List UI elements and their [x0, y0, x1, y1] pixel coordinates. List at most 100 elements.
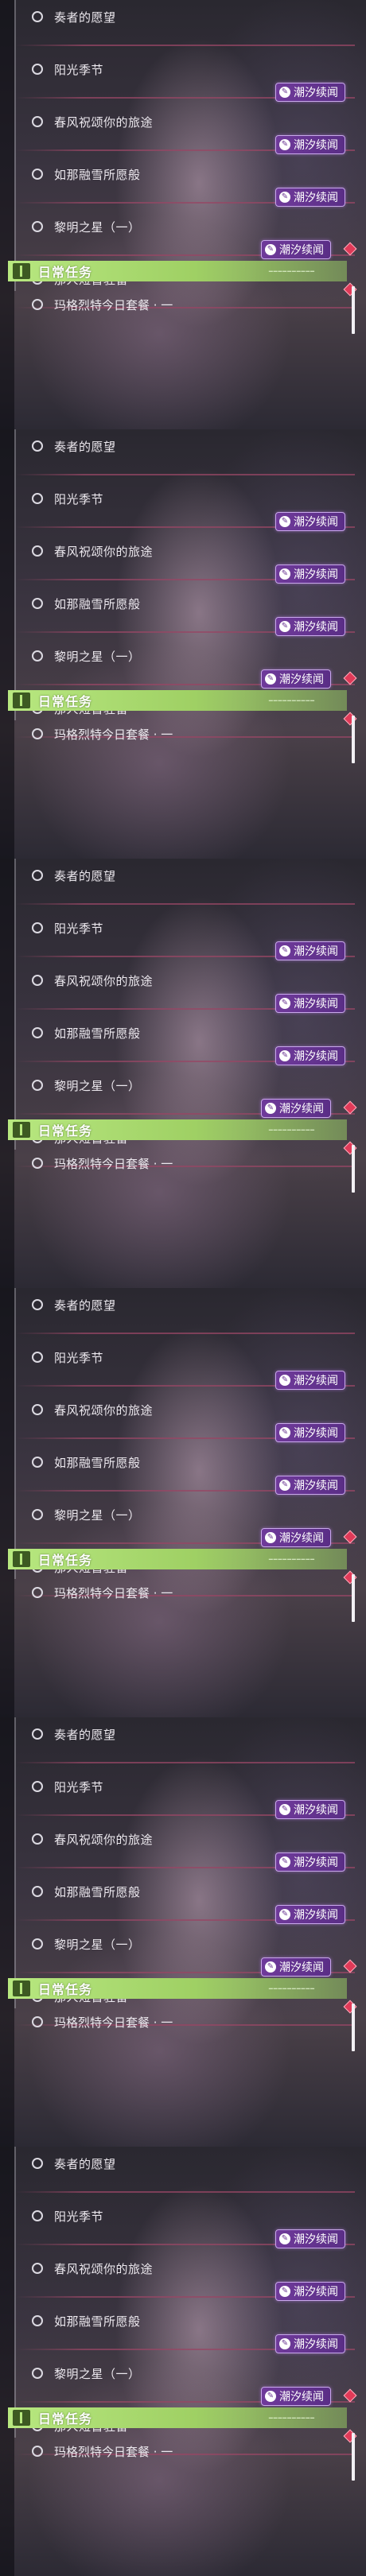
story-badge-icon: ✎	[279, 1480, 290, 1491]
daily-quest-row[interactable]: 玛格烈特今日套餐 · 一	[0, 714, 366, 763]
quest-row[interactable]: 奏者的愿望	[0, 859, 366, 905]
story-badge-icon: ✎	[265, 1532, 276, 1543]
section-header-daily: 日常任务 ━━━━━━━━━━	[8, 261, 347, 281]
story-badge-label: 潮汐续闻	[279, 2391, 324, 2403]
section-header-daily: 日常任务 ━━━━━━━━━━	[8, 1119, 347, 1140]
book-icon	[13, 692, 30, 708]
quest-label: 阳光季节	[54, 2209, 104, 2224]
quest-label: 黎明之星（一）	[54, 650, 141, 664]
daily-quest-row[interactable]: 玛格烈特今日套餐 · 一	[0, 285, 366, 334]
quest-label: 阳光季节	[54, 492, 104, 506]
story-badge-label: 潮汐续闻	[279, 1961, 324, 1974]
circle-outline-icon	[32, 1404, 43, 1415]
circle-outline-icon	[32, 1027, 43, 1038]
scrollbar-thumb[interactable]	[352, 1145, 355, 1193]
story-badge-label: 潮汐续闻	[294, 192, 338, 204]
daily-quest-row[interactable]: 玛格烈特今日套餐 · 一	[0, 1573, 366, 1622]
story-badge-label: 潮汐续闻	[279, 1103, 324, 1115]
story-badge-icon: ✎	[265, 244, 276, 255]
quest-label: 奏者的愿望	[54, 10, 116, 25]
quest-label: 阳光季节	[54, 1780, 104, 1794]
section-title: 日常任务	[38, 265, 93, 280]
daily-quest-row[interactable]: 玛格烈特今日套餐 · 一	[0, 2431, 366, 2481]
circle-outline-icon	[32, 975, 43, 986]
story-badge-label: 潮汐续闻	[279, 1532, 324, 1545]
circle-outline-icon	[32, 728, 43, 739]
daily-quest-row[interactable]: 玛格烈特今日套餐 · 一	[0, 1143, 366, 1193]
story-badge-icon: ✎	[279, 998, 290, 1009]
quest-label: 如那融雪所愿般	[54, 2314, 141, 2329]
section-decoration: ━━━━━━━━━━	[268, 2414, 315, 2422]
circle-outline-icon	[32, 1158, 43, 1169]
story-badge-icon: ✎	[279, 139, 290, 150]
book-icon	[13, 1551, 30, 1567]
story-badge-label: 潮汐续闻	[294, 1856, 338, 1869]
quest-row[interactable]: 奏者的愿望	[0, 2147, 366, 2193]
circle-outline-icon	[32, 598, 43, 609]
circle-outline-icon	[32, 2368, 43, 2379]
story-badge-icon: ✎	[279, 87, 290, 98]
quest-label: 春风祝颂你的旅途	[54, 545, 154, 559]
scrollbar-thumb[interactable]	[352, 2433, 355, 2481]
daily-quest-label: 玛格烈特今日套餐 · 一	[54, 727, 173, 742]
story-badge-icon: ✎	[279, 568, 290, 580]
section-decoration: ━━━━━━━━━━	[268, 1984, 315, 1992]
quest-label: 如那融雪所愿般	[54, 1885, 141, 1899]
story-badge-label: 潮汐续闻	[294, 139, 338, 152]
circle-outline-icon	[32, 2210, 43, 2221]
daily-quest-label: 玛格烈特今日套餐 · 一	[54, 298, 173, 312]
story-badge-icon: ✎	[279, 516, 290, 527]
quest-label: 如那融雪所愿般	[54, 597, 141, 611]
scrollbar-thumb[interactable]	[352, 2004, 355, 2051]
book-icon	[13, 1980, 30, 1996]
circle-outline-icon	[32, 116, 43, 127]
story-badge-label: 潮汐续闻	[294, 87, 338, 99]
circle-outline-icon	[32, 2016, 43, 2027]
circle-outline-icon	[32, 440, 43, 452]
quest-label: 阳光季节	[54, 63, 104, 77]
quest-label: 如那融雪所愿般	[54, 1456, 141, 1470]
story-badge-label: 潮汐续闻	[294, 2338, 338, 2351]
circle-outline-icon	[32, 1457, 43, 1468]
circle-outline-icon	[32, 64, 43, 75]
circle-outline-icon	[32, 493, 43, 504]
quest-row[interactable]: 奏者的愿望	[0, 0, 366, 46]
section-decoration: ━━━━━━━━━━	[268, 1555, 315, 1563]
circle-outline-icon	[32, 2158, 43, 2169]
quest-panel: 奏者的愿望 阳光季节 ✎ 潮汐续闻 春风祝颂你的旅途 ✎ 潮汐续闻 如那融雪所愿般 ✎ 潮汐续闻黎…	[0, 2147, 366, 2576]
section-header-daily: 日常任务 ━━━━━━━━━━	[8, 1978, 347, 1999]
story-badge-label: 潮汐续闻	[294, 2233, 338, 2246]
section-header-daily: 日常任务 ━━━━━━━━━━	[8, 1549, 347, 1569]
quest-row[interactable]: 奏者的愿望	[0, 429, 366, 475]
story-badge-label: 潮汐续闻	[294, 1480, 338, 1492]
quest-label: 奏者的愿望	[54, 869, 116, 883]
section-title: 日常任务	[38, 2411, 93, 2427]
book-icon	[13, 2410, 30, 2426]
circle-outline-icon	[32, 1728, 43, 1740]
scrollbar-thumb[interactable]	[352, 1574, 355, 1622]
quest-row[interactable]: 奏者的愿望	[0, 1717, 366, 1763]
story-badge-label: 潮汐续闻	[279, 244, 324, 257]
quest-label: 奏者的愿望	[54, 1298, 116, 1313]
scrollbar-thumb[interactable]	[352, 716, 355, 763]
quest-row[interactable]: 奏者的愿望	[0, 1288, 366, 1334]
circle-outline-icon	[32, 1938, 43, 1949]
section-title: 日常任务	[38, 1982, 93, 1997]
quest-label: 黎明之星（一）	[54, 1508, 141, 1523]
daily-quest-label: 玛格烈特今日套餐 · 一	[54, 1586, 173, 1600]
section-decoration: ━━━━━━━━━━	[268, 1126, 315, 1134]
quest-label: 黎明之星（一）	[54, 2367, 141, 2381]
circle-outline-icon	[32, 1509, 43, 1520]
story-badge-icon: ✎	[279, 945, 290, 956]
book-icon	[13, 1122, 30, 1138]
story-badge-icon: ✎	[279, 621, 290, 632]
circle-outline-icon	[32, 650, 43, 661]
scrollbar-thumb[interactable]	[352, 286, 355, 334]
circle-outline-icon	[32, 1833, 43, 1845]
daily-quest-row[interactable]: 玛格烈特今日套餐 · 一	[0, 2002, 366, 2051]
story-badge-label: 潮汐续闻	[294, 945, 338, 958]
section-title: 日常任务	[38, 694, 93, 709]
quest-panel: 奏者的愿望 阳光季节 ✎ 潮汐续闻 春风祝颂你的旅途 ✎ 潮汐续闻 如那融雪所愿般 ✎ 潮汐续闻黎…	[0, 1717, 366, 2147]
story-badge-label: 潮汐续闻	[279, 673, 324, 686]
story-badge-label: 潮汐续闻	[294, 1427, 338, 1440]
